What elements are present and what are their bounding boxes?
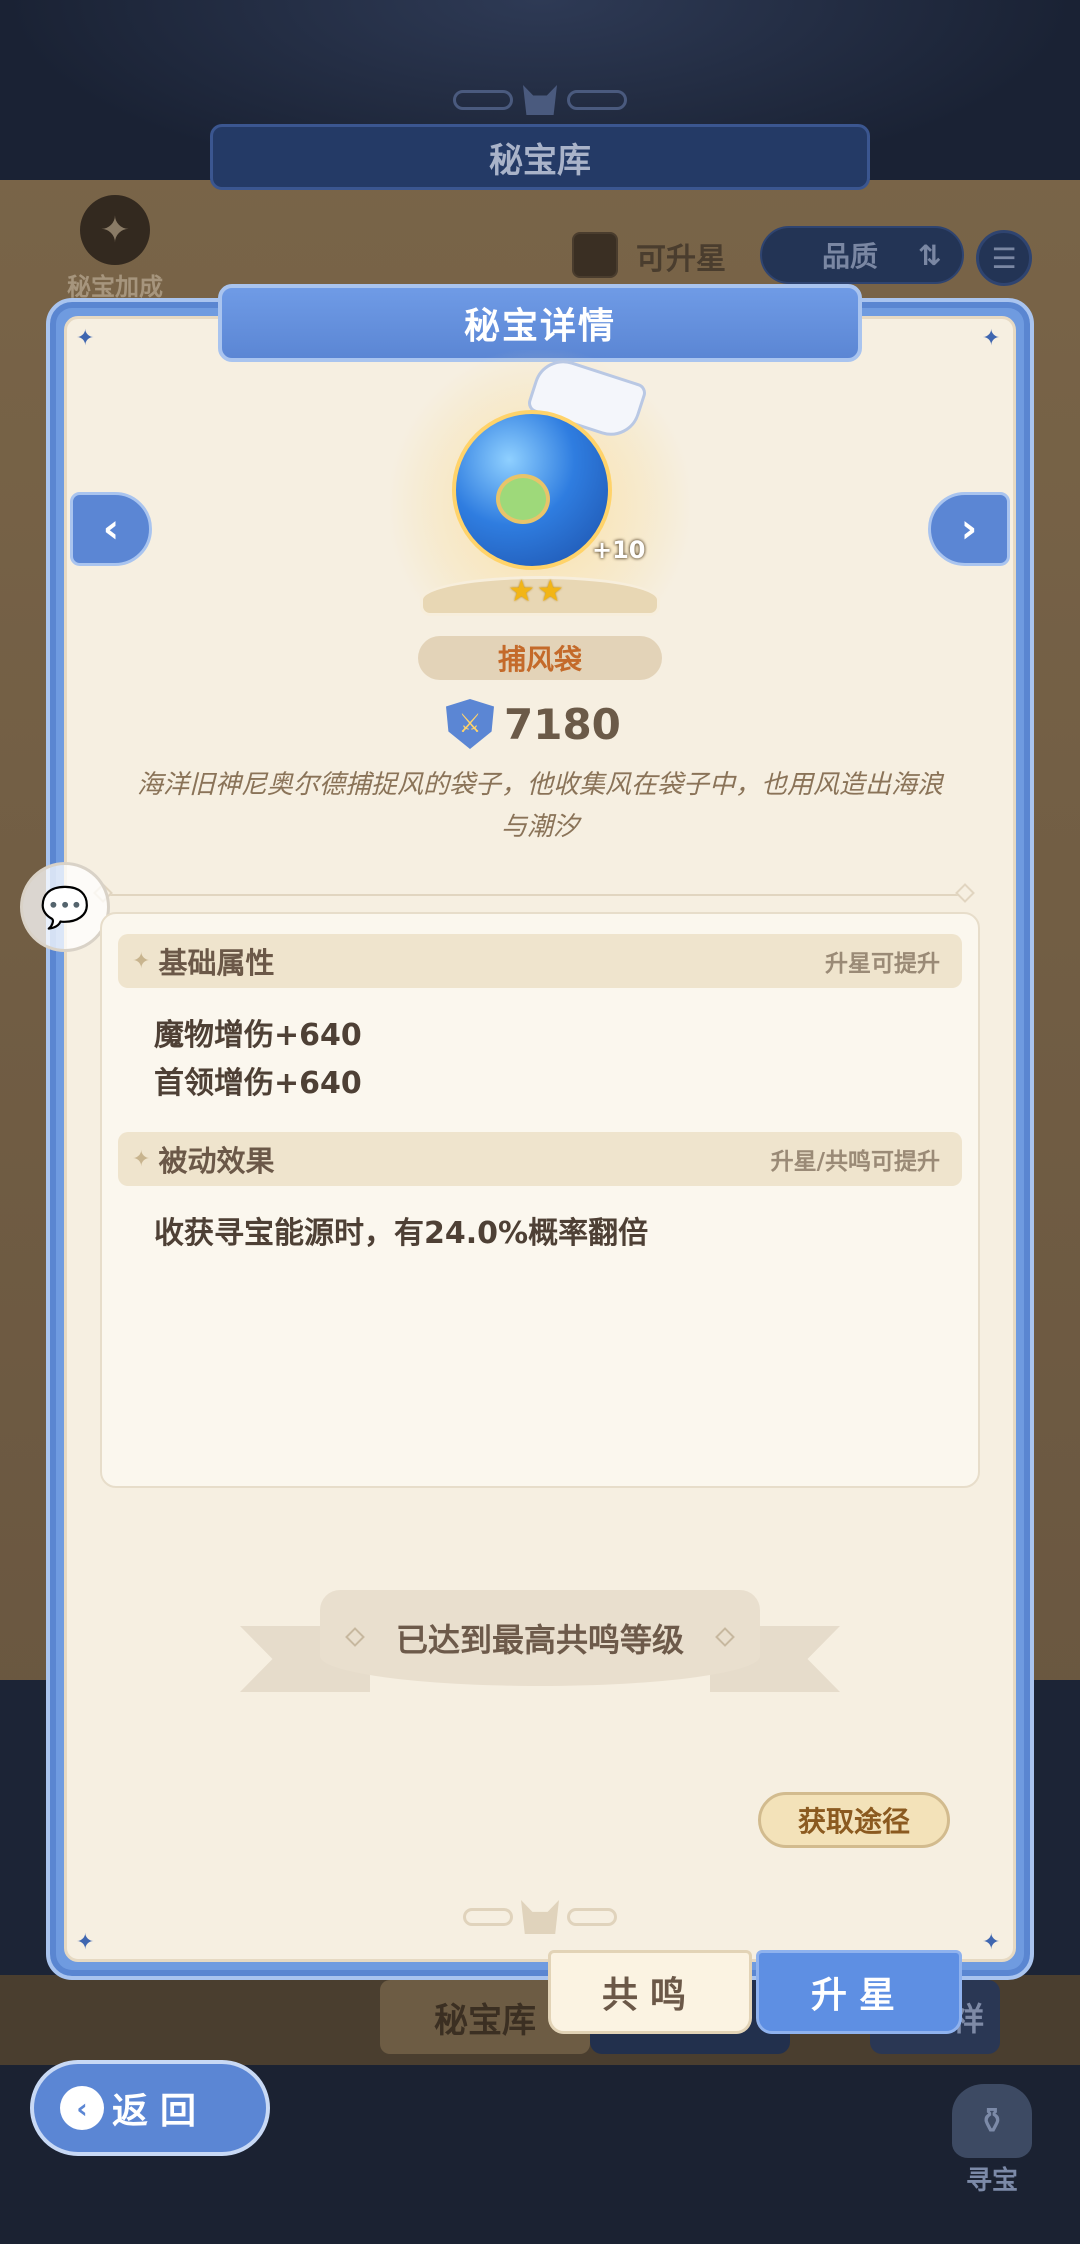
item-description: 海洋旧神尼奥尔德捕捉风的袋子，他收集风在袋子中，也用风造出海浪与潮汐: [136, 770, 943, 842]
treasure-hunt-label: 寻宝: [965, 2166, 1018, 2196]
base-attributes-hint: 升星可提升: [825, 951, 940, 977]
upgradable-checkbox[interactable]: [572, 232, 618, 278]
treasure-chest-icon: ⚱: [952, 2084, 1032, 2158]
chevron-right-icon: ›: [960, 506, 978, 552]
vault-title: 秘宝库: [489, 140, 591, 181]
passive-effect-line: 收获寻宝能源时，有24.0%概率翻倍: [154, 1216, 649, 1251]
enhance-level: +10: [592, 536, 646, 564]
divider: [100, 894, 970, 896]
bonus-label: 秘宝加成: [67, 273, 163, 301]
get-source-label: 获取途径: [797, 1805, 910, 1838]
cat-emblem-icon: [521, 1900, 559, 1934]
chat-button[interactable]: 💬: [20, 862, 110, 952]
bonus-icon: ✦: [80, 195, 150, 265]
back-label: 返回: [112, 2091, 209, 2132]
tab-resonance-label: 共鸣: [601, 1975, 698, 2016]
back-button[interactable]: ‹ 返回: [30, 2060, 270, 2156]
get-source-button[interactable]: 获取途径: [758, 1792, 950, 1848]
quality-sort-button[interactable]: 品质 ⇅: [760, 226, 964, 284]
sort-arrows-icon: ⇅: [918, 238, 942, 272]
top-ornament: [440, 78, 640, 122]
list-icon[interactable]: ☰: [976, 230, 1032, 286]
star-icon: ★: [536, 574, 564, 609]
passive-effect-title: 被动效果: [158, 1144, 275, 1178]
shield-sword-icon: ⚔: [446, 699, 494, 749]
quality-label: 品质: [822, 240, 879, 273]
vault-title-bar: 秘宝库: [210, 124, 870, 190]
corner-star-icon: ✦: [982, 1930, 1001, 1955]
sparkle-icon: ✦: [132, 1146, 151, 1172]
chevron-left-icon: ‹: [102, 506, 120, 552]
star-icon: ★: [508, 574, 535, 609]
tab-upstar[interactable]: 升星: [756, 1950, 962, 2034]
wind-bag-item-icon: [452, 410, 612, 570]
star-rating: ★ ★: [508, 574, 564, 609]
upgradable-label: 可升星: [636, 242, 726, 277]
base-attributes-title: 基础属性: [158, 946, 275, 980]
base-attribute-line: 首领增伤+640: [154, 1066, 362, 1101]
modal-title: 秘宝详情: [463, 306, 616, 347]
power-value: 7180: [504, 699, 621, 749]
item-name-plate: 捕风袋: [418, 636, 662, 680]
base-attributes-header: ✦ 基础属性 升星可提升: [118, 934, 962, 988]
max-resonance-banner: 已达到最高共鸣等级: [240, 1590, 840, 1700]
corner-star-icon: ✦: [982, 326, 1001, 351]
next-item-button[interactable]: ›: [928, 492, 1010, 566]
bottom-ornament: [448, 1896, 632, 1938]
cat-emblem-icon: [523, 85, 557, 115]
passive-effect-hint: 升星/共鸣可提升: [770, 1149, 940, 1175]
attribute-panel: [100, 912, 980, 1488]
treasure-hunt-button[interactable]: ⚱ 寻宝: [940, 2084, 1044, 2204]
power-row: ⚔ 7180: [446, 696, 621, 752]
corner-star-icon: ✦: [76, 1930, 95, 1955]
tab-resonance[interactable]: 共鸣: [548, 1950, 752, 2034]
passive-effect-header: ✦ 被动效果 升星/共鸣可提升: [118, 1132, 962, 1186]
tab-upstar-label: 升星: [810, 1975, 907, 2016]
chat-bubble-icon: 💬: [40, 884, 90, 931]
item-name: 捕风袋: [497, 643, 582, 676]
base-attribute-line: 魔物增伤+640: [154, 1018, 362, 1053]
tab-vault-label: 秘宝库: [434, 2000, 536, 2041]
back-arrow-icon: ‹: [60, 2086, 104, 2130]
max-resonance-text: 已达到最高共鸣等级: [395, 1621, 684, 1659]
vault-bonus-button[interactable]: ✦ 秘宝加成: [50, 195, 180, 301]
prev-item-button[interactable]: ‹: [70, 492, 152, 566]
sparkle-icon: ✦: [132, 948, 151, 974]
corner-star-icon: ✦: [76, 326, 95, 351]
